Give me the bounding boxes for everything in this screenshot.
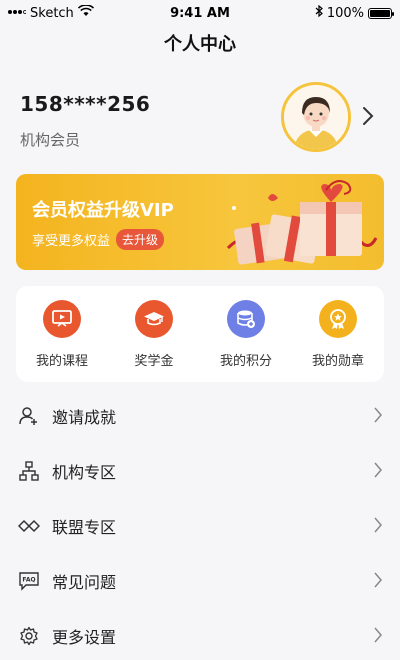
chevron-right-icon xyxy=(374,462,382,482)
menu-item-label: 邀请成就 xyxy=(52,407,117,427)
quick-action-label: 我的勋章 xyxy=(311,354,364,369)
settings-gear-icon xyxy=(18,625,40,647)
chevron-right-icon[interactable] xyxy=(362,106,374,130)
quick-action-courses[interactable]: 我的课程 xyxy=(22,300,102,369)
course-icon xyxy=(43,300,81,338)
quick-action-medals[interactable]: 我的勋章 xyxy=(298,300,378,369)
chevron-right-icon xyxy=(374,572,382,592)
bluetooth-icon xyxy=(315,4,323,21)
status-left: Sketch xyxy=(8,4,94,21)
menu-item-faq[interactable]: FAQ 常见问题 xyxy=(0,553,400,608)
user-phone: 158****256 xyxy=(20,92,151,116)
menu-list: 邀请成就 机构专区 联盟专区 FAQ 常见问题 更多设置 xyxy=(0,388,400,660)
upgrade-button[interactable]: 去升级 xyxy=(116,229,165,250)
alliance-icon xyxy=(18,515,40,537)
menu-item-label: 常见问题 xyxy=(52,572,117,592)
chevron-right-icon xyxy=(374,627,382,647)
invite-user-icon xyxy=(18,405,40,427)
svg-text:FAQ: FAQ xyxy=(22,576,35,583)
menu-item-organization[interactable]: 机构专区 xyxy=(0,443,400,498)
page-title: 个人中心 xyxy=(164,34,236,55)
quick-action-label: 奖学金 xyxy=(134,354,174,369)
avatar[interactable] xyxy=(281,82,351,152)
points-icon xyxy=(227,300,265,338)
quick-actions-card: 我的课程 奖学金 我的积分 我的勋章 xyxy=(16,286,384,382)
menu-item-label: 联盟专区 xyxy=(52,517,117,537)
chevron-right-icon xyxy=(374,407,382,427)
scholarship-icon xyxy=(135,300,173,338)
member-type: 机构会员 xyxy=(20,131,81,149)
signal-icon xyxy=(8,6,27,21)
battery-percent: 100% xyxy=(326,5,364,21)
wifi-icon xyxy=(77,4,94,21)
medal-icon xyxy=(319,300,357,338)
menu-item-invite[interactable]: 邀请成就 xyxy=(0,388,400,443)
quick-action-label: 我的课程 xyxy=(35,354,88,369)
status-bar: Sketch 9:41 AM 100% xyxy=(0,0,400,26)
banner-subtitle-row: 享受更多权益 去升级 xyxy=(32,229,165,250)
chevron-right-icon xyxy=(374,517,382,537)
status-right: 100% xyxy=(315,4,394,21)
profile-section[interactable]: 158****256 机构会员 xyxy=(0,82,400,162)
menu-item-label: 更多设置 xyxy=(52,627,117,647)
battery-icon xyxy=(368,7,394,19)
menu-item-settings[interactable]: 更多设置 xyxy=(0,608,400,660)
quick-action-scholarship[interactable]: 奖学金 xyxy=(114,300,194,369)
gift-box-illustration xyxy=(208,178,378,270)
quick-action-points[interactable]: 我的积分 xyxy=(206,300,286,369)
banner-title: 会员权益升级VIP xyxy=(32,200,174,221)
carrier-name: Sketch xyxy=(30,5,74,21)
menu-item-label: 机构专区 xyxy=(52,462,117,482)
menu-item-alliance[interactable]: 联盟专区 xyxy=(0,498,400,553)
vip-upgrade-banner[interactable]: 会员权益升级VIP 享受更多权益 去升级 xyxy=(16,174,384,270)
banner-subtitle: 享受更多权益 xyxy=(32,234,111,249)
organization-icon xyxy=(18,460,40,482)
quick-action-label: 我的积分 xyxy=(219,354,272,369)
faq-icon: FAQ xyxy=(18,570,40,592)
